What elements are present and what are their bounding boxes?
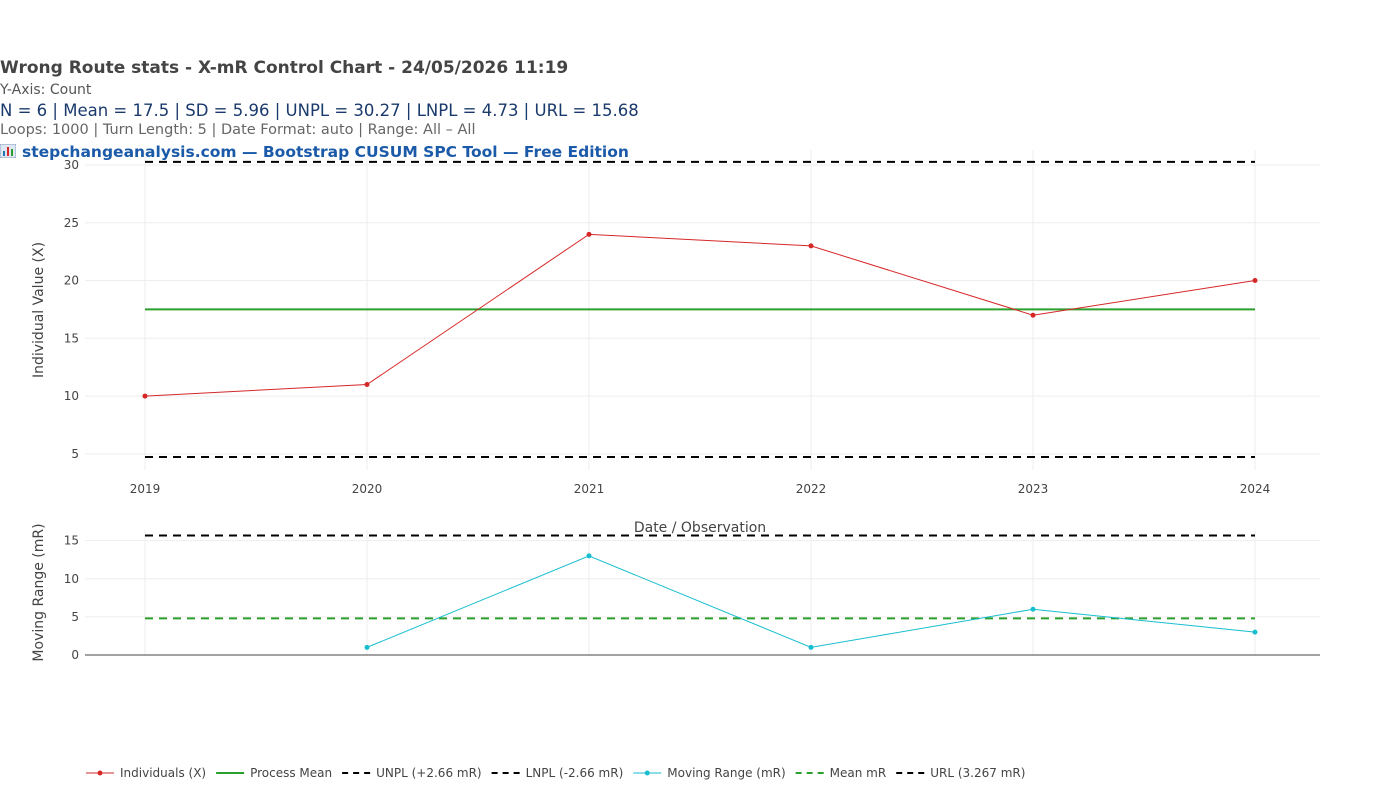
moving-range-point <box>808 644 814 650</box>
legend-label: Mean mR <box>830 766 887 780</box>
legend-item: Individuals (X) <box>86 766 206 780</box>
x-tick-label: 2024 <box>1240 482 1271 496</box>
legend-item: URL (3.267 mR) <box>896 766 1025 780</box>
legend-label: LNPL (-2.66 mR) <box>526 766 624 780</box>
y-tick-label: 10 <box>64 389 79 403</box>
x-tick-label: 2023 <box>1018 482 1049 496</box>
xmr-control-chart: 5 10 15 20 25 30 2019 2020 2021 2022 2023 2024 Indiv… <box>31 150 1320 780</box>
chart-legend: Individuals (X) Process Mean UNPL (+2.66 m… <box>86 766 1025 780</box>
legend-marker <box>97 770 103 776</box>
y-tick-label: 10 <box>64 572 79 586</box>
y-tick-label: 25 <box>64 216 79 230</box>
y-tick-label: 0 <box>71 648 79 662</box>
individuals-point <box>364 382 370 388</box>
y-tick-label: 20 <box>64 274 79 288</box>
individuals-panel: 5 10 15 20 25 30 2019 2020 2021 2022 2023 2024 Indiv… <box>31 150 1320 536</box>
legend-item: Process Mean <box>216 766 332 780</box>
individuals-point <box>1030 312 1036 318</box>
legend-item: UNPL (+2.66 mR) <box>342 766 482 780</box>
moving-range-point <box>1030 606 1036 612</box>
legend-item: Moving Range (mR) <box>633 766 786 780</box>
individuals-point <box>808 243 814 249</box>
y-tick-label: 5 <box>71 447 79 461</box>
x-tick-label: 2019 <box>130 482 161 496</box>
legend-label: Individuals (X) <box>120 766 206 780</box>
y-tick-label: 15 <box>64 534 79 548</box>
y-axis-title: Individual Value (X) <box>31 242 47 378</box>
x-tick-label: 2022 <box>796 482 827 496</box>
legend-label: Moving Range (mR) <box>667 766 785 780</box>
individuals-point <box>1252 278 1258 284</box>
x-tick-label: 2020 <box>352 482 383 496</box>
legend-label: URL (3.267 mR) <box>930 766 1025 780</box>
moving-range-point <box>364 644 370 650</box>
y-tick-label: 30 <box>64 158 79 172</box>
moving-range-panel: 0 5 10 15 Moving Range (mR) <box>31 523 1320 662</box>
legend-item: Mean mR <box>795 766 887 780</box>
y-axis-title: Moving Range (mR) <box>31 523 47 661</box>
legend-item: LNPL (-2.66 mR) <box>491 766 624 780</box>
x-axis-title: Date / Observation <box>634 520 766 536</box>
legend-label: Process Mean <box>250 766 332 780</box>
x-tick-label: 2021 <box>574 482 605 496</box>
legend-label: UNPL (+2.66 mR) <box>376 766 481 780</box>
moving-range-point <box>586 553 592 559</box>
y-tick-label: 5 <box>71 610 79 624</box>
individuals-series-line <box>144 233 1256 397</box>
individuals-point <box>586 231 592 237</box>
individuals-point <box>142 393 148 399</box>
legend-marker <box>644 770 650 776</box>
y-tick-label: 15 <box>64 331 79 345</box>
moving-range-point <box>1252 629 1258 635</box>
